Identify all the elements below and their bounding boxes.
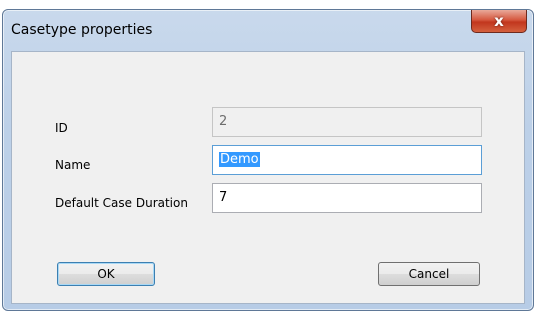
id-label: ID	[55, 121, 68, 135]
id-field: 2	[212, 107, 482, 137]
default-case-duration-field[interactable]: 7	[212, 183, 482, 213]
cancel-button[interactable]: Cancel	[378, 262, 480, 286]
name-field-value: Demo	[219, 152, 260, 167]
ok-button[interactable]: OK	[57, 262, 155, 286]
name-field[interactable]: Demo	[212, 145, 482, 175]
title-bar: Casetype properties x	[3, 10, 533, 52]
dialog-title: Casetype properties	[11, 22, 153, 38]
default-case-duration-label: Default Case Duration	[55, 196, 188, 210]
name-label: Name	[55, 158, 91, 172]
close-icon: x	[494, 12, 504, 30]
dialog-client-area: ID 2 Name Demo Default Case Duration 7 O…	[11, 51, 525, 304]
casetype-properties-dialog: Casetype properties x ID 2 Name Demo Def…	[2, 9, 534, 311]
close-button[interactable]: x	[471, 10, 527, 33]
